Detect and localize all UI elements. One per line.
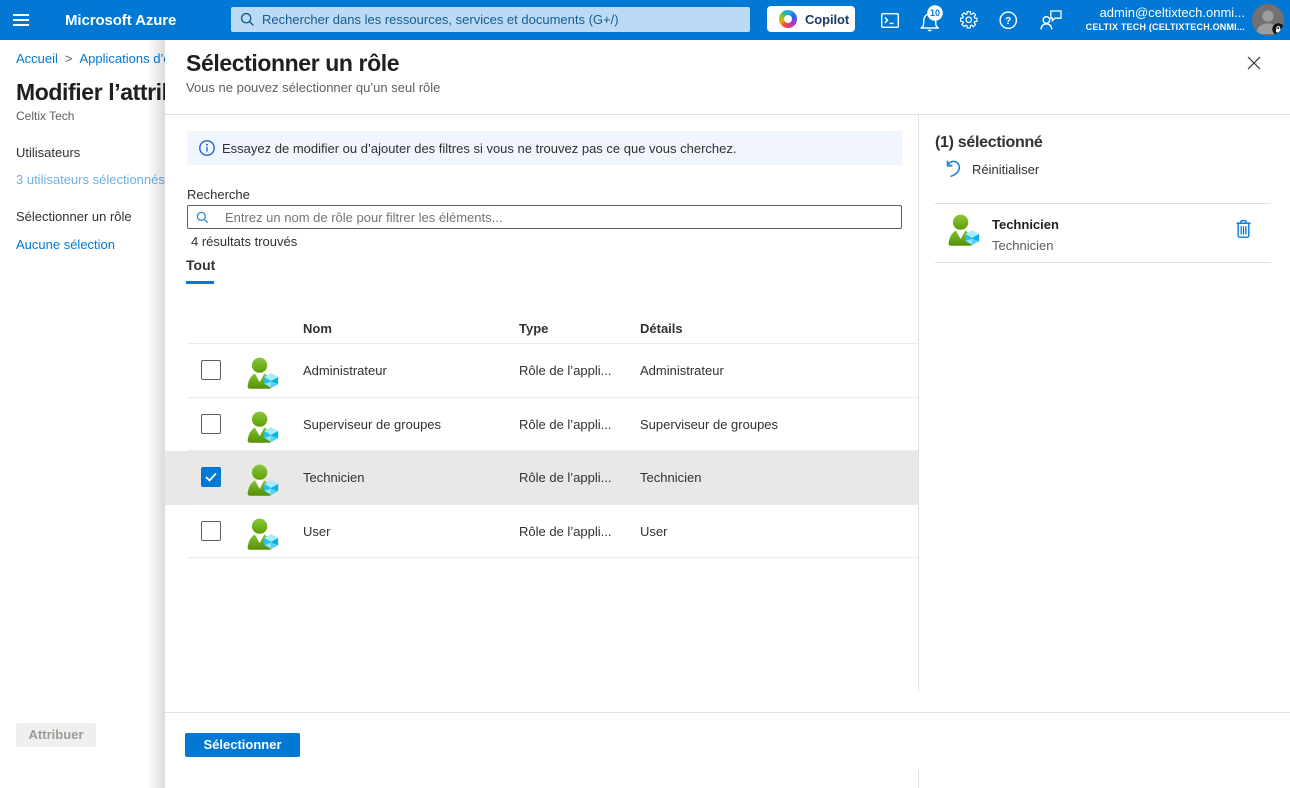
svg-text:?: ? [1005, 16, 1011, 27]
svg-text:10: 10 [930, 8, 940, 18]
